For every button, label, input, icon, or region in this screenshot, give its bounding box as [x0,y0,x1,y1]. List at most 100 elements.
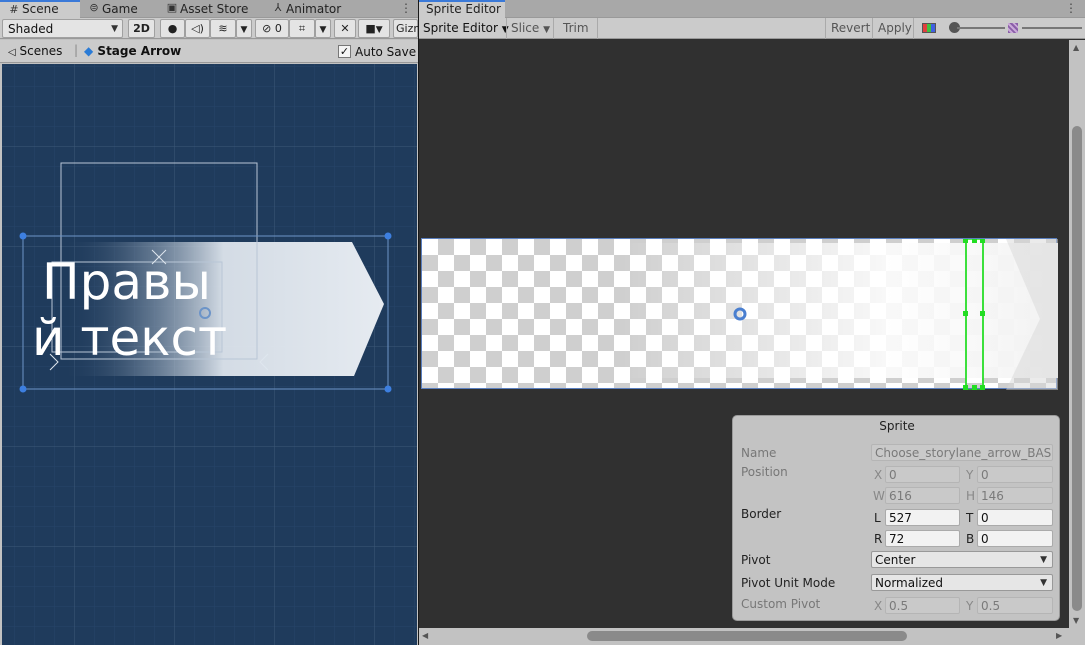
scene-visibility-button[interactable]: ⊘ 0 [255,19,289,38]
breadcrumb-separator: | [74,43,79,57]
slice-dropdown[interactable]: Slice ▼ [507,19,554,38]
shading-mode-dropdown[interactable]: Shaded ▼ [2,19,123,38]
scenes-label: Scenes [19,44,63,58]
tab-asset-store[interactable]: ▣ Asset Store [158,0,260,18]
custom-pivot-y-field[interactable]: 0.5 [977,597,1053,614]
size-h-field[interactable]: 146 [977,487,1053,504]
prefab-label: Stage Arrow [97,44,182,58]
gizmos-dropdown[interactable]: Gizm [393,19,424,38]
border-l-field[interactable]: 527 [885,509,960,526]
name-field[interactable]: Choose_storylane_arrow_BASE [871,444,1053,461]
tab-game[interactable]: ⊜ Game [80,0,162,18]
size-h-label: H [966,489,976,503]
custom-pivot-x-field[interactable]: 0.5 [885,597,960,614]
horizontal-scrollbar[interactable]: ◀ ▶ [419,628,1085,645]
more-options-icon[interactable]: ⋮ [400,1,412,15]
audio-toggle-button[interactable]: ◁) [185,19,210,38]
scroll-up-icon[interactable]: ▲ [1073,43,1079,52]
lighting-toggle-button[interactable]: ● [160,19,185,38]
pivot-unit-mode-dropdown[interactable]: Normalized ▼ [871,574,1053,591]
border-t-field[interactable]: 0 [977,509,1053,526]
prefab-breadcrumb[interactable]: ◆ Stage Arrow [84,44,181,58]
position-x-field[interactable]: 0 [885,466,960,483]
pivot-unit-mode-label: Pivot Unit Mode [741,576,836,590]
toolbar-divider [597,18,598,39]
breadcrumb: ◁ Scenes | ◆ Stage Arrow ✓ Auto Save [0,40,418,63]
grid-snap-dropdown[interactable]: ▼ [315,19,331,38]
hidden-count: 0 [274,22,282,35]
scroll-right-icon[interactable]: ▶ [1056,631,1062,640]
chevron-down-icon: ▼ [1040,555,1047,565]
chevron-down-icon: ▼ [319,25,327,35]
border-r-field[interactable]: 72 [885,530,960,547]
border-b-label: B [966,532,975,546]
more-options-icon[interactable]: ⋮ [1065,1,1077,15]
custom-pivot-y-label: Y [966,599,974,613]
pivot-dropdown[interactable]: Center ▼ [871,551,1053,568]
tab-sprite-editor[interactable]: Sprite Editor [419,0,505,18]
unity-editor-window: # Scene ⊜ Game ▣ Asset Store ⅄ Animator … [0,0,1085,645]
sprite-editor-tabbar: Sprite Editor ⋮ [419,0,1085,18]
custom-pivot-x-label: X [874,599,883,613]
position-label: Position [741,465,788,479]
scroll-left-icon[interactable]: ◀ [422,631,428,640]
tab-animator[interactable]: ⅄ Animator [264,0,360,18]
scene-viewport[interactable]: Правы й текст [2,64,417,645]
tab-scene-label: Scene [22,2,59,16]
gamepad-icon: ⊜ [89,1,99,14]
toolbar-divider [553,18,554,39]
store-icon: ▣ [166,1,178,14]
size-w-label: W [873,489,885,503]
toolbar-divider [913,18,914,39]
border-l-label: L [874,511,881,525]
grid-snap-button[interactable]: ⌗ [289,19,315,38]
sprite-canvas[interactable]: Sprite Name Choose_storylane_arrow_BASE … [420,40,1069,628]
position-x-label: X [874,468,883,482]
toolbar-divider [872,18,873,39]
sprite-editor-mode-dropdown[interactable]: Sprite Editor ▼ [419,19,513,38]
sprite-properties-panel: Sprite Name Choose_storylane_arrow_BASE … [732,415,1060,621]
scroll-down-icon[interactable]: ▼ [1073,616,1079,625]
scene-toolbar: Shaded ▼ 2D ● ◁) ≋ ▼ ⊘ 0 ⌗ ▼ ✕ ■▼ Gizm [0,18,424,39]
mip-slider[interactable] [1022,27,1082,29]
name-label: Name [741,446,777,460]
camera-button[interactable]: ■▼ [358,19,390,38]
mode-label: Sprite Editor [423,21,498,35]
layers-icon: ≋ [218,22,228,35]
pivot-value: Center [875,553,916,567]
size-w-field[interactable]: 616 [885,487,960,504]
tools-button[interactable]: ✕ [334,19,356,38]
apply-button[interactable]: Apply [874,19,916,38]
pivot-unit-mode-value: Normalized [875,576,944,590]
sprite-editor-toolbar: Sprite Editor ▼ Slice ▼ Trim Revert Appl… [419,18,1085,39]
border-b-field[interactable]: 0 [977,530,1053,547]
border-label: Border [741,507,782,521]
vertical-scroll-thumb[interactable] [1072,126,1082,611]
position-y-field[interactable]: 0 [977,466,1053,483]
trim-button[interactable]: Trim [559,19,593,38]
tab-scene[interactable]: # Scene [0,0,80,18]
chevron-down-icon: ▼ [240,25,248,35]
pivot-label: Pivot [741,553,771,567]
toolbar-divider [825,18,826,39]
tab-game-label: Game [102,2,138,16]
color-channels-icon[interactable] [922,23,936,33]
horizontal-scroll-thumb[interactable] [587,631,907,641]
sprite-editor-panel: Sprite Editor ⋮ Sprite Editor ▼ Slice ▼ … [418,0,1085,645]
sprite-panel-title: Sprite [879,419,915,433]
animator-icon: ⅄ [274,1,282,14]
camera-icon: ■ [365,22,376,35]
auto-save-checkbox[interactable]: ✓ [338,45,351,58]
revert-button[interactable]: Revert [827,19,874,38]
effects-toggle-button[interactable]: ≋ [210,19,236,38]
sprite-overlay [622,239,1058,390]
vertical-scrollbar[interactable]: ▲ ▼ [1069,40,1085,628]
2d-toggle-button[interactable]: 2D [128,19,155,38]
zoom-slider[interactable] [957,27,1005,29]
sprite-texture[interactable] [421,238,1058,390]
chevron-down-icon: ▼ [1040,578,1047,588]
effects-dropdown[interactable]: ▼ [236,19,252,38]
scenes-breadcrumb[interactable]: ◁ Scenes [8,44,62,58]
grid-icon: # [9,3,19,16]
tools-icon: ✕ [340,22,350,35]
